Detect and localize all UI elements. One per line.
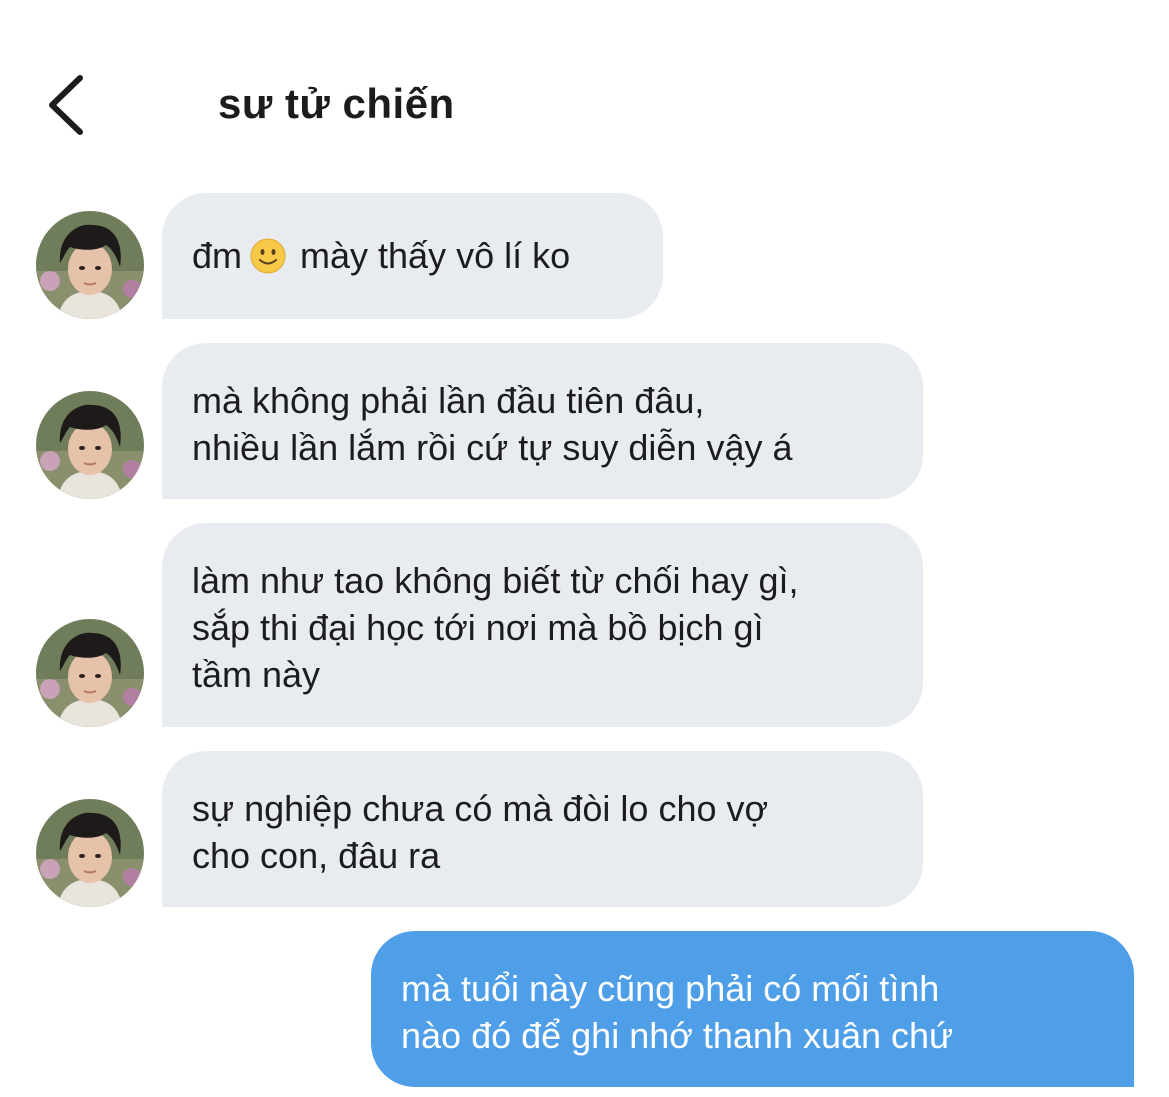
message-bubble-received[interactable]: sự nghiệp chưa có mà đòi lo cho vợ cho c… bbox=[162, 751, 923, 907]
message-text: đm mày thấy vô lí ko bbox=[192, 235, 571, 276]
message-text-line: làm như tao không biết từ chối hay gì, bbox=[192, 560, 799, 601]
chevron-left-icon bbox=[49, 75, 83, 135]
slightly-smiling-face-icon bbox=[250, 238, 286, 274]
message-text-line: nào đó để ghi nhớ thanh xuân chứ bbox=[401, 1015, 954, 1056]
message-text-line: nhiều lần lắm rồi cứ tự suy diễn vậy á bbox=[192, 427, 793, 468]
message-bubble-received[interactable]: làm như tao không biết từ chối hay gì, s… bbox=[162, 523, 923, 727]
message-text-line: sự nghiệp chưa có mà đòi lo cho vợ bbox=[192, 788, 769, 829]
message-bubble-received[interactable]: mà không phải lần đầu tiên đâu, nhiều lầ… bbox=[162, 343, 923, 499]
avatar[interactable] bbox=[36, 211, 144, 319]
avatar[interactable] bbox=[36, 619, 144, 727]
message-text-line: cho con, đâu ra bbox=[192, 835, 441, 876]
message-text-line: sắp thi đại học tới nơi mà bồ bịch gì bbox=[192, 607, 764, 648]
message-bubble-received[interactable]: đm mày thấy vô lí ko bbox=[162, 193, 663, 319]
message-bubble-sent[interactable]: mà tuổi này cũng phải có mối tình nào đó… bbox=[371, 931, 1134, 1087]
chat-header: sư tử chiến bbox=[0, 0, 1169, 190]
avatar[interactable] bbox=[36, 391, 144, 499]
contact-name[interactable]: sư tử chiến bbox=[218, 80, 455, 128]
message-text-line: mà không phải lần đầu tiên đâu, bbox=[192, 380, 705, 421]
avatar[interactable] bbox=[36, 799, 144, 907]
message-text-line: tầm này bbox=[192, 654, 321, 695]
message-text-line: mà tuổi này cũng phải có mối tình bbox=[401, 968, 940, 1009]
back-button[interactable] bbox=[36, 72, 96, 138]
